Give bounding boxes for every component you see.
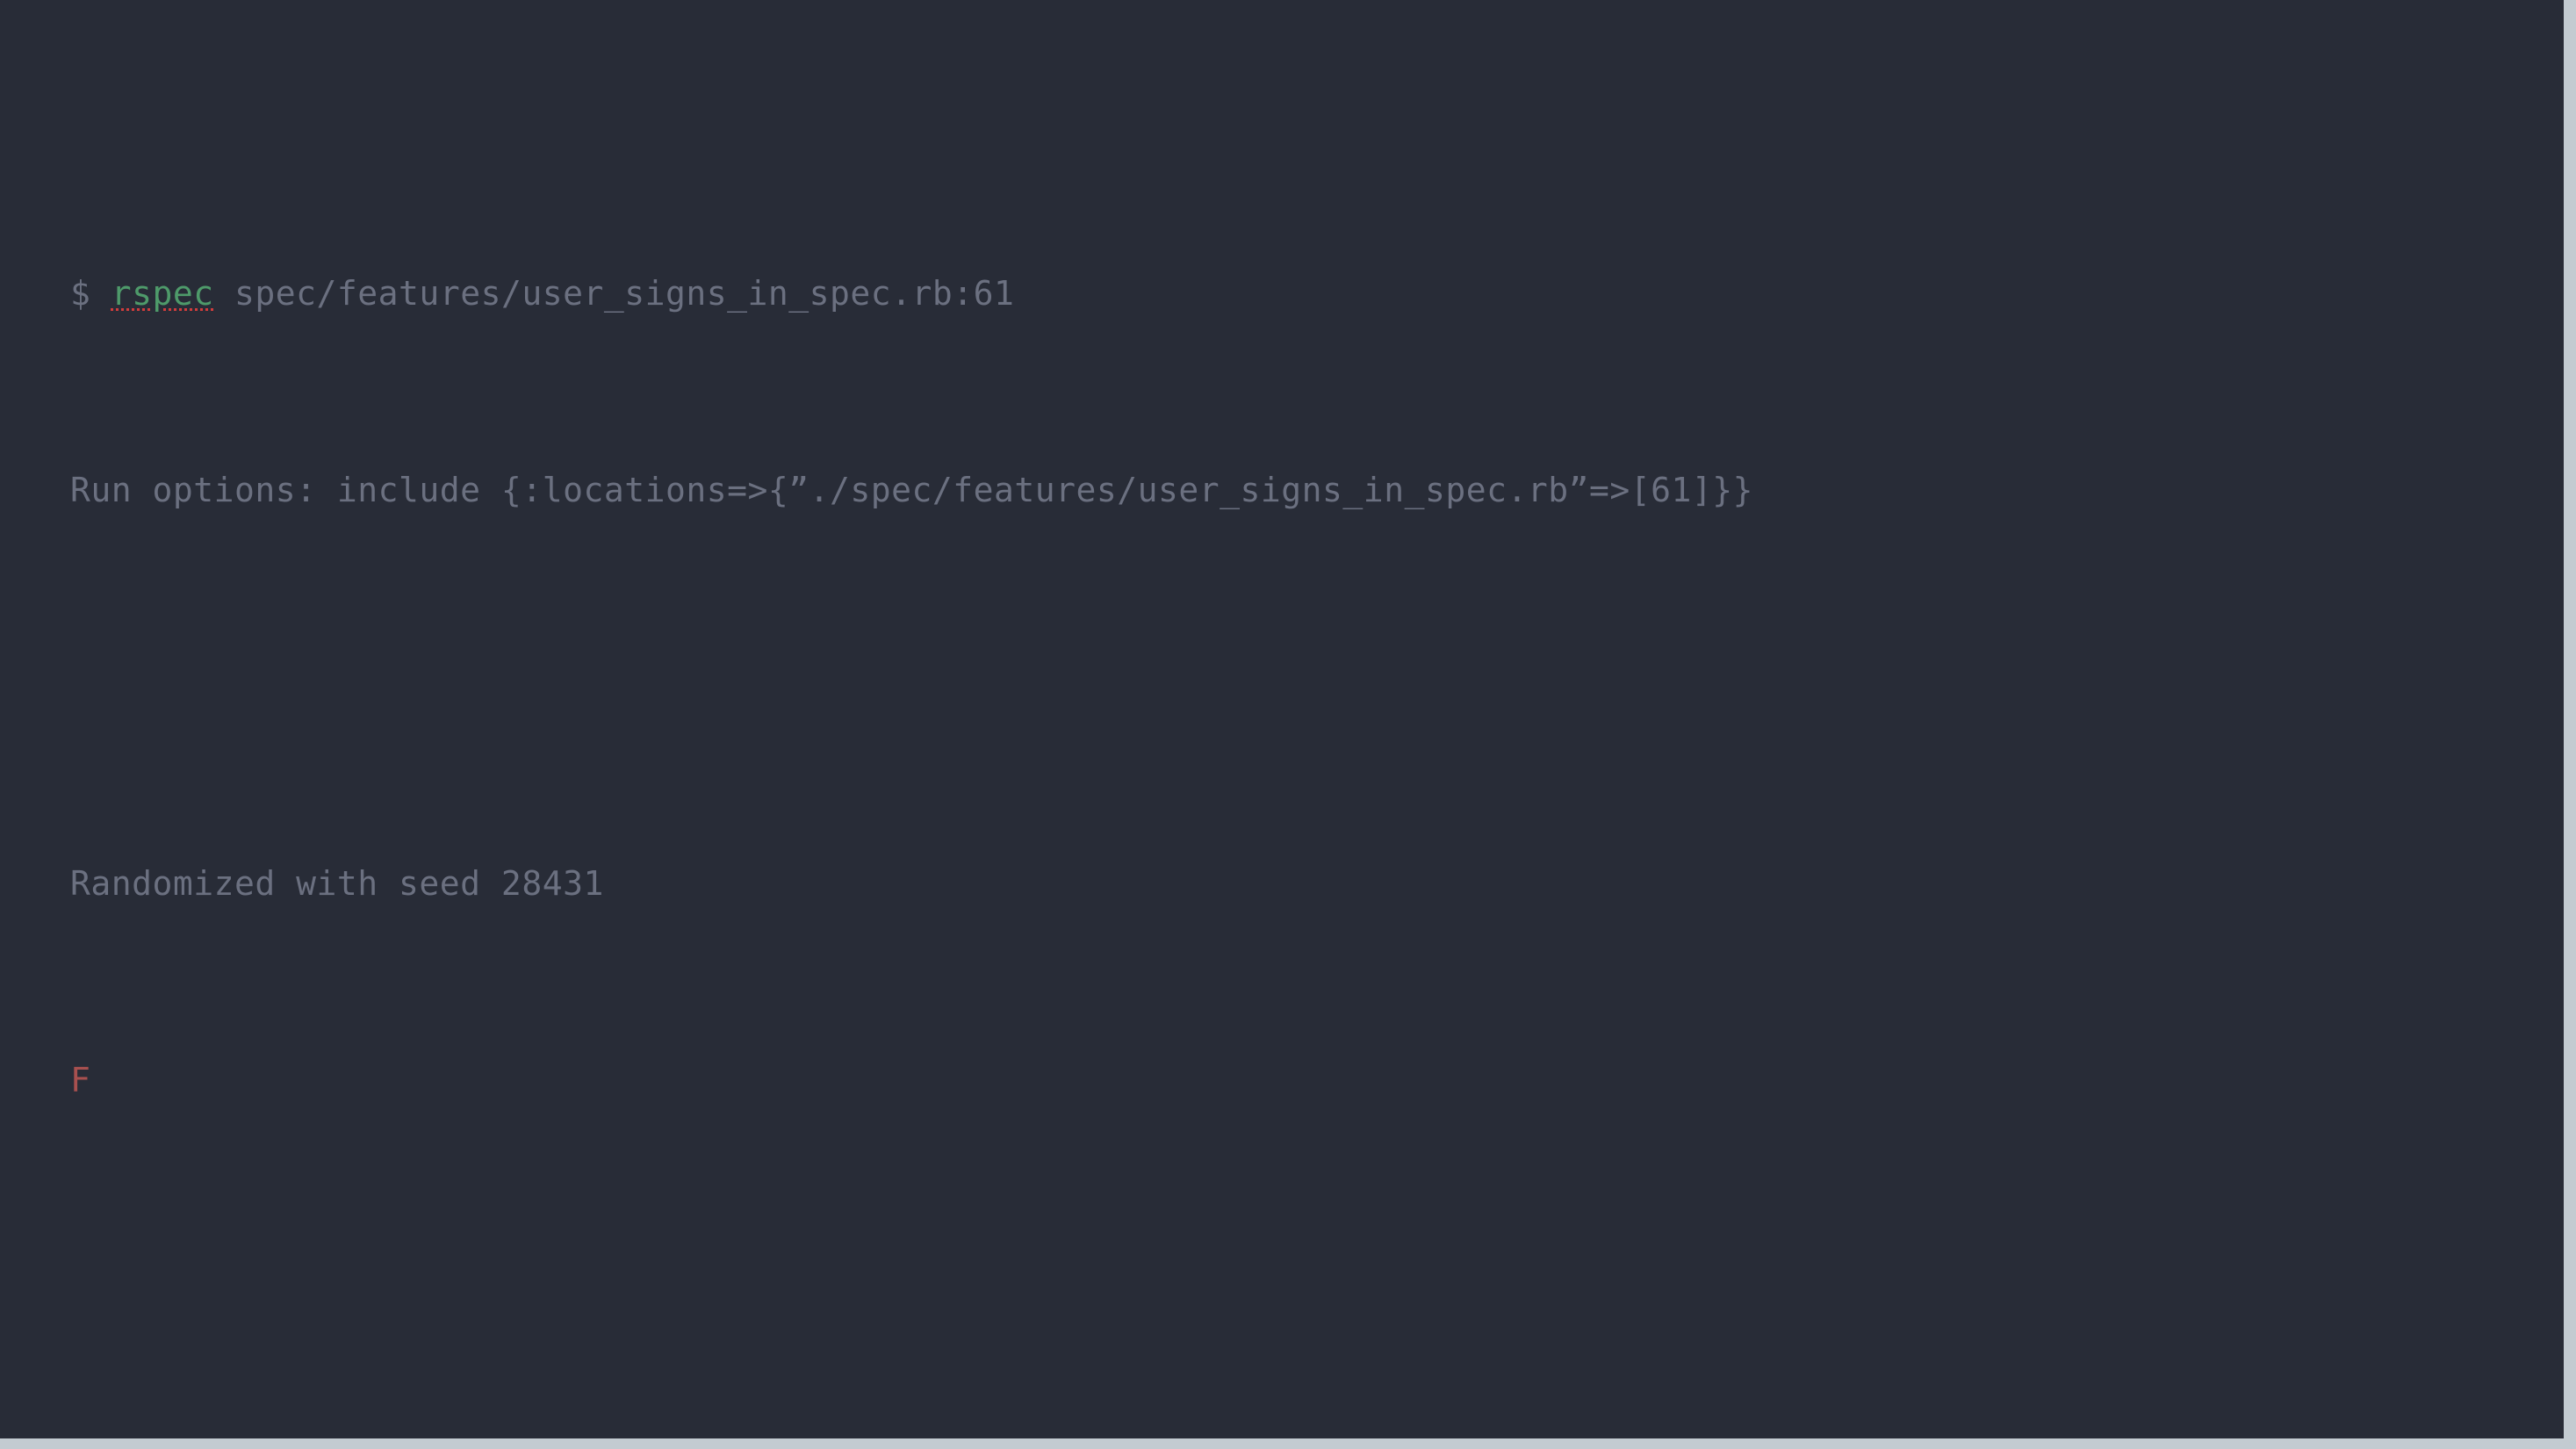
shell-prompt: $ bbox=[70, 274, 112, 313]
command-line: $ rspec spec/features/user_signs_in_spec… bbox=[70, 269, 2564, 318]
progress-marker: F bbox=[70, 1061, 91, 1099]
seed-text-top: Randomized with seed 28431 bbox=[70, 864, 604, 903]
seed-line-top: Randomized with seed 28431 bbox=[70, 859, 2564, 908]
command-argument: spec/features/user_signs_in_spec.rb:61 bbox=[213, 274, 1015, 313]
terminal-window: $ rspec spec/features/user_signs_in_spec… bbox=[0, 0, 2564, 1438]
progress-marker-line: F bbox=[70, 1056, 2564, 1105]
run-options-line: Run options: include {:locations=>{”./sp… bbox=[70, 465, 2564, 515]
command-program: rspec bbox=[111, 274, 214, 313]
run-options-text: Run options: include {:locations=>{”./sp… bbox=[70, 471, 1753, 509]
terminal-output: $ rspec spec/features/user_signs_in_spec… bbox=[70, 121, 2564, 1438]
